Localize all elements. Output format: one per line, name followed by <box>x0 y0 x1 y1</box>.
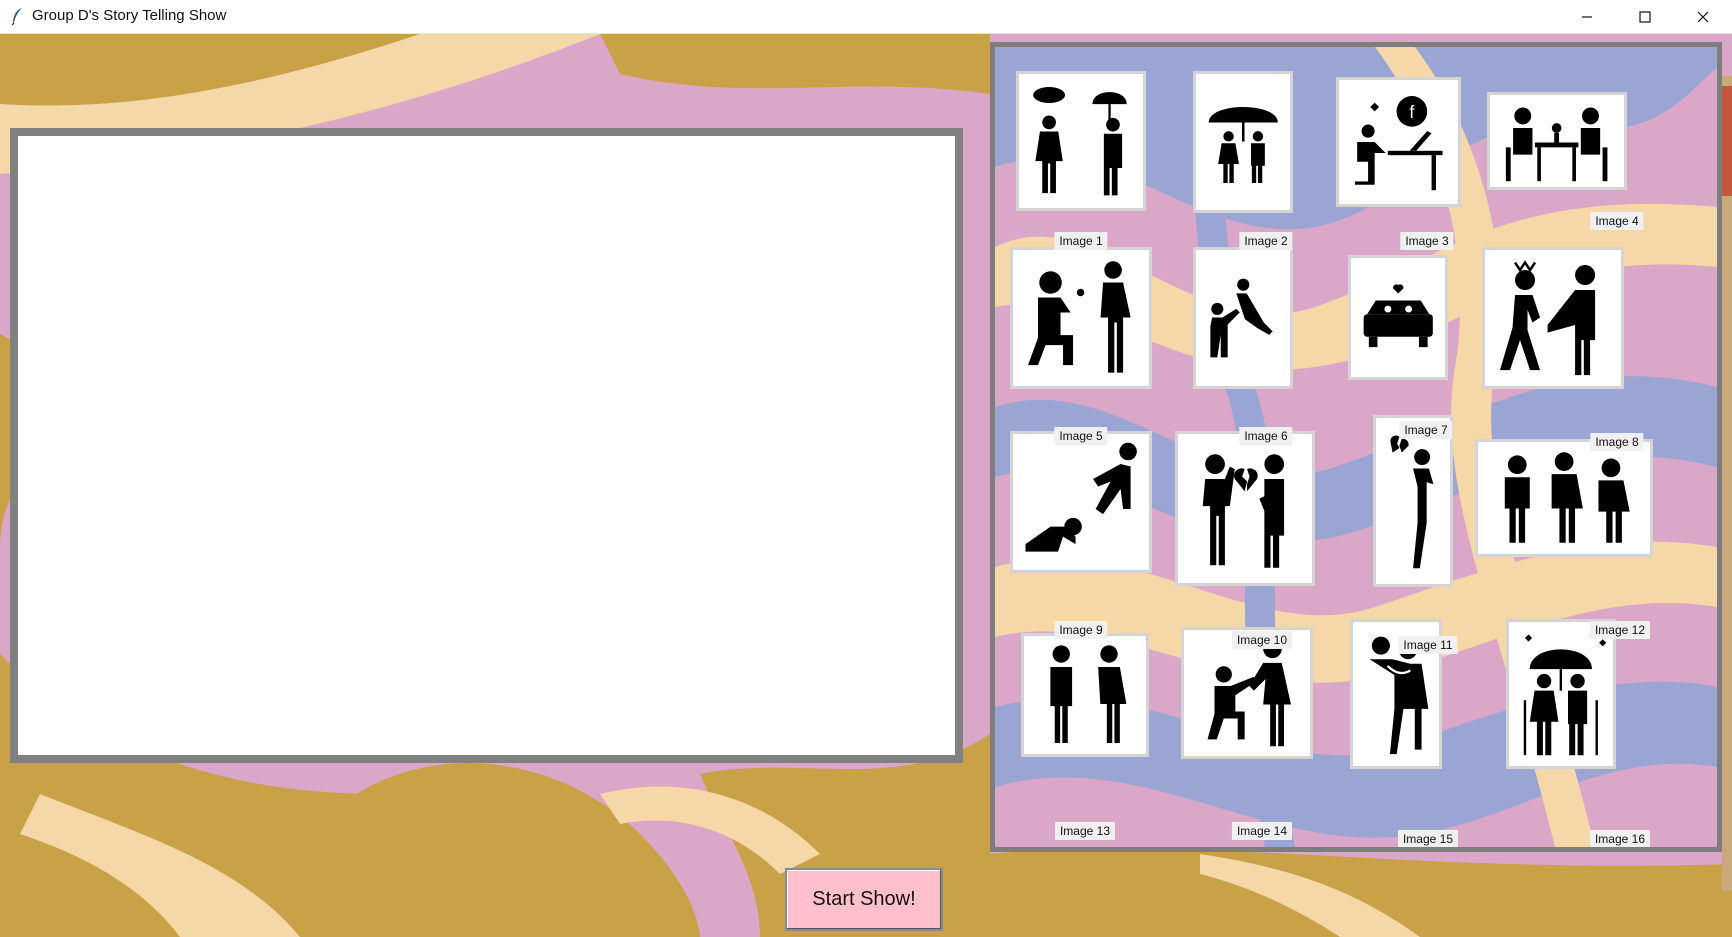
maximize-button[interactable] <box>1616 0 1674 33</box>
image-caption-5: Image 5 <box>1054 427 1108 445</box>
elderly-couple-umbrella-icon <box>1523 631 1607 755</box>
gallery-thumb-4[interactable] <box>1487 92 1627 190</box>
app-client-area: Start Show! f Image 1 Image 2 Image 3 Im… <box>0 34 1732 937</box>
window-edge-strip <box>1722 76 1732 891</box>
image-caption-9: Image 9 <box>1054 621 1108 639</box>
image-caption-3: Image 3 <box>1400 232 1454 250</box>
gallery-thumb-12[interactable] <box>1475 439 1653 557</box>
minimize-icon <box>1582 15 1592 18</box>
image-caption-2: Image 2 <box>1239 232 1293 250</box>
image-caption-15: Image 15 <box>1397 830 1459 847</box>
title-bar: Group D's Story Telling Show <box>0 0 1732 34</box>
couple-in-car-icon <box>1363 284 1433 347</box>
gallery-thumb-2[interactable] <box>1193 71 1293 213</box>
image-caption-1: Image 1 <box>1054 232 1108 250</box>
window-title: Group D's Story Telling Show <box>32 7 227 24</box>
kneeling-proposal-icon <box>1207 639 1292 747</box>
lifting-partner-icon <box>1210 279 1273 358</box>
gallery-thumb-6[interactable] <box>1193 247 1293 389</box>
image-caption-14: Image 14 <box>1231 822 1293 840</box>
angry-push-icon <box>1500 260 1596 376</box>
couple-dinner-table-icon <box>1506 107 1608 181</box>
image-caption-10: Image 10 <box>1231 631 1293 649</box>
minimize-button[interactable] <box>1558 0 1616 33</box>
broken-heart-couple-icon <box>1203 454 1285 568</box>
image-caption-13: Image 13 <box>1054 822 1116 840</box>
start-show-button[interactable]: Start Show! <box>785 868 943 931</box>
close-icon <box>1697 11 1709 22</box>
window-edge-accent <box>1722 86 1732 196</box>
image-caption-7: Image 7 <box>1399 421 1453 439</box>
gallery-thumb-1[interactable] <box>1016 71 1146 211</box>
gallery-thumb-11[interactable] <box>1373 415 1453 587</box>
story-display-canvas <box>10 128 963 763</box>
gallery-thumb-7[interactable] <box>1348 255 1448 380</box>
gallery-thumb-16[interactable] <box>1506 619 1616 769</box>
gallery-thumb-3[interactable]: f <box>1336 77 1461 207</box>
three-people-icon <box>1504 452 1630 544</box>
gallery-thumb-13[interactable] <box>1021 633 1149 757</box>
image-gallery-panel: f Image 1 Image 2 Image 3 Image 4 Image … <box>990 42 1722 852</box>
kneeling-flower-proposal-icon <box>1028 261 1132 374</box>
image-caption-8: Image 8 <box>1590 433 1644 451</box>
close-button[interactable] <box>1674 0 1732 33</box>
gallery-thumb-10[interactable] <box>1175 431 1315 586</box>
gallery-thumb-8[interactable] <box>1482 247 1624 389</box>
image-caption-16: Image 16 <box>1589 830 1651 847</box>
feather-icon <box>11 8 22 26</box>
image-caption-12: Image 12 <box>1589 621 1651 639</box>
couple-under-umbrella-icon <box>1208 107 1278 184</box>
person-at-laptop-facebook-icon: f <box>1354 96 1443 191</box>
maximize-icon <box>1639 10 1651 23</box>
svg-text:f: f <box>1409 102 1414 122</box>
gallery-thumb-5[interactable] <box>1010 247 1152 389</box>
sad-broken-heart-person-icon <box>1390 435 1434 568</box>
gallery-thumb-9[interactable] <box>1010 431 1152 573</box>
couple-standing-icon <box>1050 645 1127 743</box>
couple-rain-umbrella-icon <box>1033 87 1127 196</box>
kicked-away-icon <box>1025 443 1138 553</box>
image-caption-4: Image 4 <box>1590 212 1644 230</box>
image-caption-11: Image 11 <box>1398 636 1458 654</box>
image-caption-6: Image 6 <box>1239 427 1293 445</box>
